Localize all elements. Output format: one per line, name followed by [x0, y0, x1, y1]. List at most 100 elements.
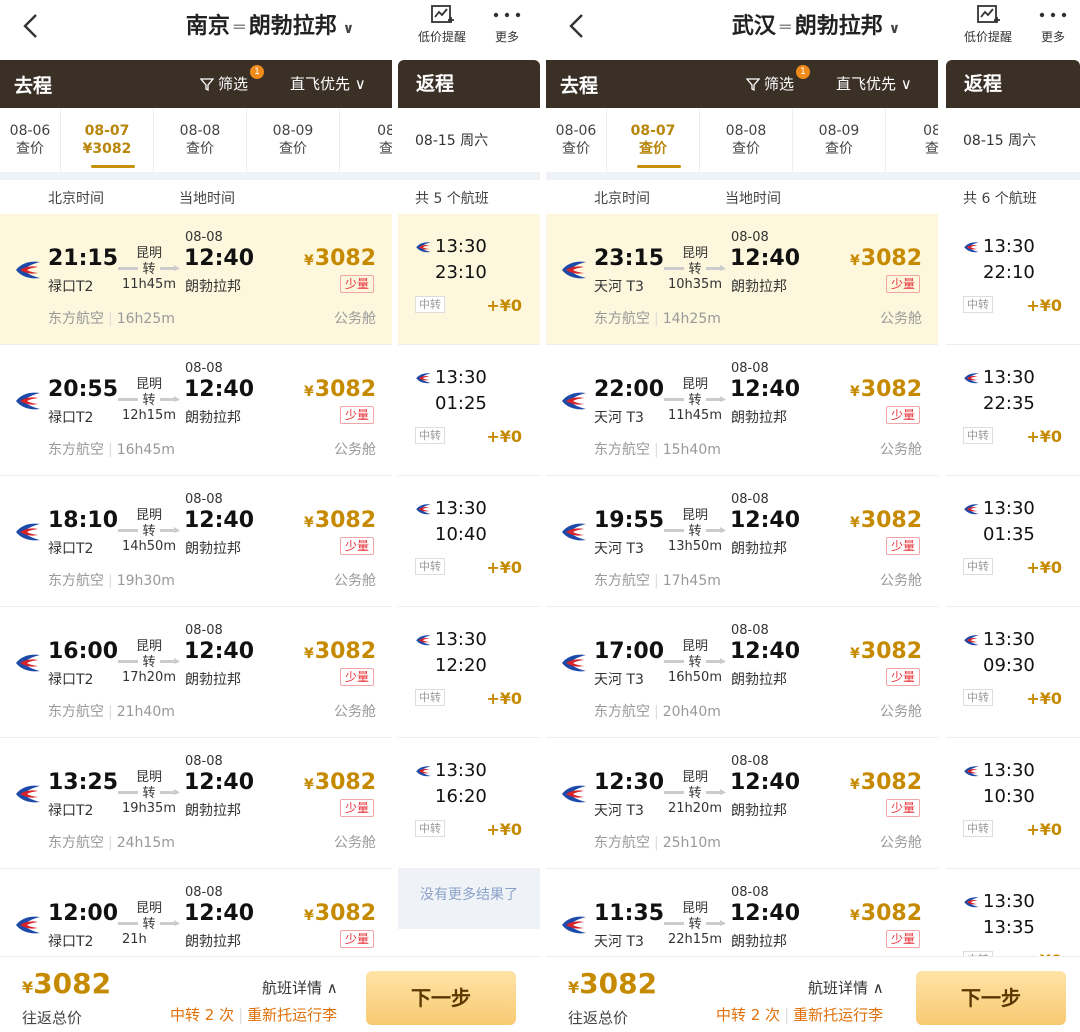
airline-name: 东方航空: [48, 835, 104, 851]
return-header: 返程: [946, 60, 1080, 108]
price-difference: +¥0: [1026, 427, 1062, 446]
flight-price: ¥3082: [850, 770, 922, 795]
date-tab-date: 08-09: [818, 123, 860, 139]
arrival-airport: 朗勃拉邦: [731, 934, 787, 950]
flight-row[interactable]: 12:30 天河 T3 昆明转 21h20m 08-08 12:40 朗勃拉邦 …: [546, 738, 938, 869]
return-flight-row[interactable]: 13:30 23:10 中转 +¥0: [398, 214, 540, 345]
departure-time: 11:35: [594, 901, 665, 926]
transfer-duration: 17h20m: [122, 670, 176, 685]
currency-symbol: ¥: [22, 978, 34, 997]
return-flight-row[interactable]: 13:30 01:25 中转 +¥0: [398, 345, 540, 476]
arrival-airport: 朗勃拉邦: [731, 279, 787, 295]
transfer-duration: 21h20m: [668, 801, 722, 816]
transfer-duration: 11h45m: [122, 277, 176, 292]
flight-row[interactable]: 13:25 禄口T2 昆明转 19h35m 08-08 12:40 朗勃拉邦 ¥…: [0, 738, 392, 869]
flight-row[interactable]: 16:00 禄口T2 昆明转 17h20m 08-08 12:40 朗勃拉邦 ¥…: [0, 607, 392, 738]
date-tab[interactable]: 08-07 查价: [606, 108, 699, 172]
filter-button[interactable]: 筛选 1: [746, 65, 810, 94]
return-date[interactable]: 08-15 周六: [398, 108, 540, 172]
arrival-airport: 朗勃拉邦: [185, 934, 241, 950]
flight-row[interactable]: 23:15 天河 T3 昆明转 10h35m 08-08 12:40 朗勃拉邦 …: [546, 214, 938, 345]
arrival-airport: 朗勃拉邦: [185, 279, 241, 295]
arrival-date: 08-08: [185, 623, 223, 638]
return-flight-row[interactable]: 13:30 10:30 中转 +¥0: [946, 738, 1080, 869]
flight-details-toggle[interactable]: 航班详情 ∧: [808, 977, 884, 998]
return-flight-row[interactable]: 13:30 12:20 中转 +¥0: [398, 607, 540, 738]
airline-info: 东方航空 | 21h40m: [48, 704, 175, 720]
arrival-date: 08-08: [185, 492, 223, 507]
return-departure-time: 13:30: [983, 891, 1035, 912]
flight-row[interactable]: 19:55 天河 T3 昆明转 13h50m 08-08 12:40 朗勃拉邦 …: [546, 476, 938, 607]
next-step-button[interactable]: 下一步: [366, 971, 516, 1025]
more-button[interactable]: 更多: [492, 2, 522, 45]
transfer-info: 中转 2 次 | 重新托运行李: [170, 1006, 338, 1024]
price-difference: +¥0: [486, 558, 522, 577]
route-line-icon: [118, 265, 180, 271]
date-tab-price: 查价: [732, 141, 760, 157]
low-price-alert-label: 低价提醒: [418, 30, 467, 44]
currency-symbol: ¥: [568, 978, 580, 997]
transfer-duration: 22h15m: [668, 932, 722, 947]
flight-row[interactable]: 20:55 禄口T2 昆明转 12h15m 08-08 12:40 朗勃拉邦 ¥…: [0, 345, 392, 476]
date-tab[interactable]: 08-09 查价: [246, 108, 339, 172]
arrival-date: 08-08: [731, 885, 769, 900]
arrival-date: 08-08: [185, 754, 223, 769]
total-price-label: 往返总价: [568, 1009, 629, 1027]
return-flight-row[interactable]: 13:30 16:20 中转 +¥0: [398, 738, 540, 869]
airline-name: 东方航空: [48, 442, 104, 458]
date-tab[interactable]: 08-08 查价: [153, 108, 246, 172]
return-flight-row[interactable]: 13:30 01:35 中转 +¥0: [946, 476, 1080, 607]
date-tab[interactable]: 08 查: [885, 108, 938, 172]
total-duration: 19h30m: [116, 573, 175, 589]
route-line-icon: [118, 789, 180, 795]
return-flight-row[interactable]: 13:30 09:30 中转 +¥0: [946, 607, 1080, 738]
departure-airport: 禄口T2: [48, 803, 94, 819]
date-tab[interactable]: 08-09 查价: [792, 108, 885, 172]
return-departure-time: 13:30: [435, 498, 487, 519]
arrival-date: 08-08: [731, 230, 769, 245]
arrival-date: 08-08: [731, 623, 769, 638]
date-tab[interactable]: 08-06 查价: [546, 108, 606, 172]
arrival-date: 08-08: [731, 492, 769, 507]
flight-row[interactable]: 21:15 禄口T2 昆明转 11h45m 08-08 12:40 朗勃拉邦 ¥…: [0, 214, 392, 345]
flight-row[interactable]: 18:10 禄口T2 昆明转 14h50m 08-08 12:40 朗勃拉邦 ¥…: [0, 476, 392, 607]
date-tab[interactable]: 08-08 查价: [699, 108, 792, 172]
cabin-class: 公务舱: [334, 311, 376, 327]
route-line-icon: [118, 396, 180, 402]
sort-dropdown[interactable]: 直飞优先 ∨: [290, 73, 366, 94]
date-tab[interactable]: 08-07 ¥3082: [60, 108, 153, 172]
arrival-time: 12:40: [184, 639, 255, 664]
low-price-alert-button[interactable]: 低价提醒: [418, 2, 466, 45]
flight-row[interactable]: 22:00 天河 T3 昆明转 11h45m 08-08 12:40 朗勃拉邦 …: [546, 345, 938, 476]
return-date[interactable]: 08-15 周六: [946, 108, 1080, 172]
more-button[interactable]: 更多: [1038, 2, 1068, 45]
date-tab[interactable]: 08 查: [339, 108, 392, 172]
arrival-time: 12:40: [184, 901, 255, 926]
arrival-airport: 朗勃拉邦: [731, 672, 787, 688]
return-flight-row[interactable]: 13:30 22:10 中转 +¥0: [946, 214, 1080, 345]
departure-time: 13:25: [48, 770, 119, 795]
outbound-title: 去程: [14, 74, 53, 97]
transfer-tag: 中转: [415, 296, 445, 313]
origin-city: 武汉: [731, 14, 776, 39]
next-step-button[interactable]: 下一步: [916, 971, 1066, 1025]
flight-row[interactable]: 17:00 天河 T3 昆明转 16h50m 08-08 12:40 朗勃拉邦 …: [546, 607, 938, 738]
return-arrival-time: 10:30: [983, 786, 1035, 807]
sort-dropdown[interactable]: 直飞优先 ∨: [836, 73, 912, 94]
low-price-alert-button[interactable]: 低价提醒: [964, 2, 1012, 45]
total-duration: 16h25m: [116, 311, 175, 327]
date-tab-date: 08: [377, 123, 392, 139]
return-flight-row[interactable]: 13:30 22:35 中转 +¥0: [946, 345, 1080, 476]
date-tab[interactable]: 08-06 查价: [0, 108, 60, 172]
return-arrival-time: 12:20: [435, 655, 487, 676]
return-flight-row[interactable]: 13:30 10:40 中转 +¥0: [398, 476, 540, 607]
more-label: 更多: [494, 30, 519, 44]
flight-details-toggle[interactable]: 航班详情 ∧: [262, 977, 338, 998]
flight-price: ¥3082: [304, 770, 376, 795]
filter-button[interactable]: 筛选 1: [200, 65, 264, 94]
few-seats-badge: 少量: [885, 537, 920, 555]
filter-count-badge: 1: [796, 65, 810, 79]
chevron-down-icon: ∨: [888, 21, 901, 37]
return-departure-time: 13:30: [983, 498, 1035, 519]
transfer-count: 中转 2 次: [170, 1006, 235, 1024]
